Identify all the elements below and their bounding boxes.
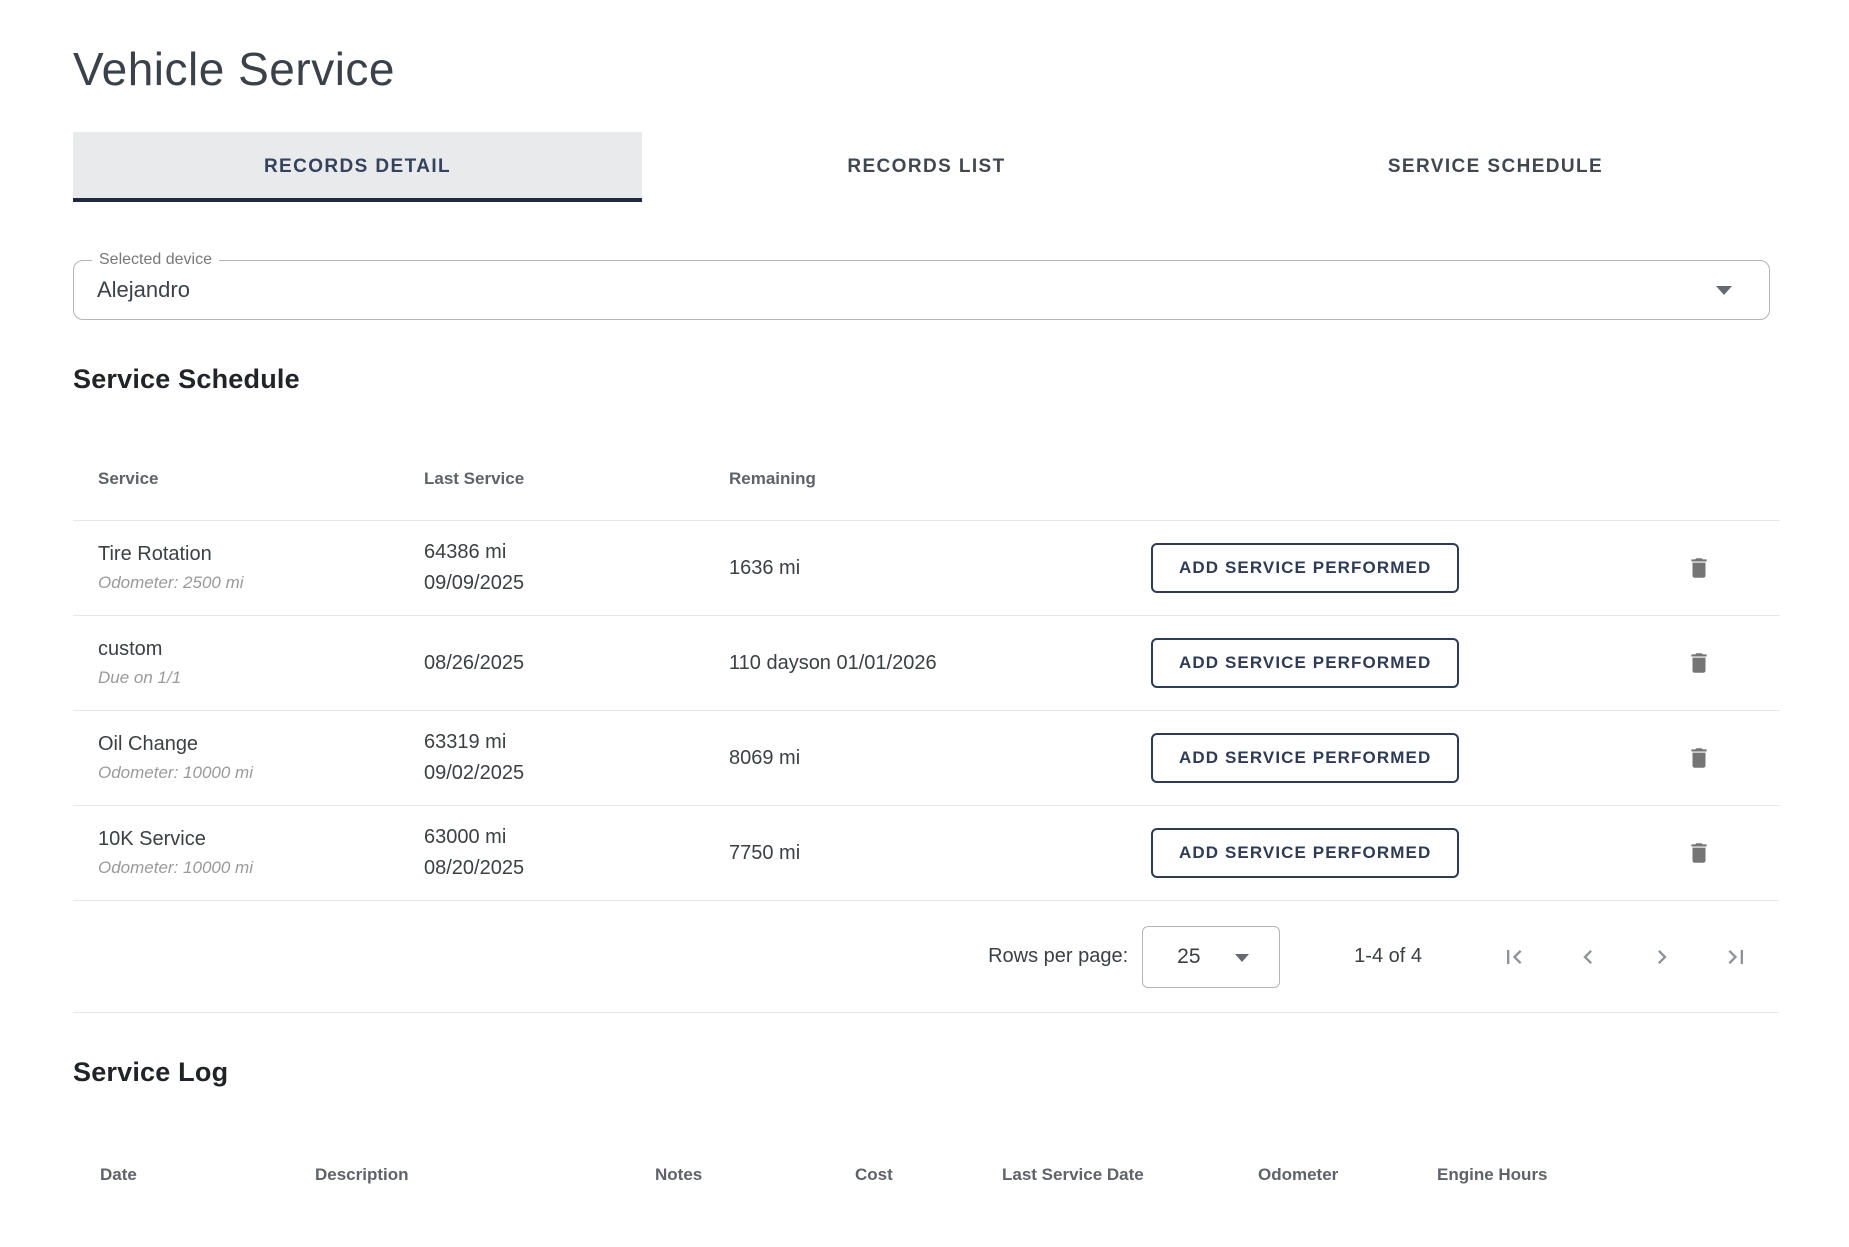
rows-per-page-value: 25 — [1143, 945, 1200, 969]
last-page-button[interactable] — [1714, 935, 1758, 979]
chevron-right-icon — [1648, 943, 1676, 971]
device-select-value: Alejandro — [74, 261, 1769, 319]
pagination-buttons — [1462, 935, 1758, 979]
dropdown-arrow-icon — [1235, 954, 1249, 962]
previous-page-button[interactable] — [1566, 935, 1610, 979]
tab-records-detail[interactable]: RECORDS DETAIL — [73, 132, 642, 202]
page-title: Vehicle Service — [73, 0, 1780, 96]
first-page-button[interactable] — [1492, 935, 1536, 979]
service-subtext: Odometer: 2500 mi — [98, 573, 424, 593]
tab-bar: RECORDS DETAIL RECORDS LIST SERVICE SCHE… — [73, 132, 1780, 202]
column-header-engine-hours: Engine Hours — [1437, 1165, 1780, 1185]
pagination-bar: Rows per page: 25 1-4 of 4 — [73, 901, 1780, 1013]
trash-icon — [1686, 650, 1712, 676]
delete-button[interactable] — [1680, 549, 1718, 587]
service-cell: 10K Service Odometer: 10000 mi — [98, 828, 424, 878]
table-row: Tire Rotation Odometer: 2500 mi 64386 mi… — [73, 521, 1780, 616]
service-name: Tire Rotation — [98, 543, 424, 566]
chevron-left-icon — [1574, 943, 1602, 971]
service-cell: Oil Change Odometer: 10000 mi — [98, 733, 424, 783]
service-cell: custom Due on 1/1 — [98, 638, 424, 688]
remaining-cell: 110 dayson 01/01/2026 — [729, 652, 1151, 675]
table-row: custom Due on 1/1 08/26/2025 110 dayson … — [73, 616, 1780, 711]
first-page-icon — [1500, 943, 1528, 971]
service-subtext: Due on 1/1 — [98, 668, 424, 688]
service-subtext: Odometer: 10000 mi — [98, 763, 424, 783]
next-page-button[interactable] — [1640, 935, 1684, 979]
add-service-performed-button[interactable]: ADD SERVICE PERFORMED — [1151, 638, 1459, 688]
column-header-remaining: Remaining — [729, 469, 1151, 489]
service-name: Oil Change — [98, 733, 424, 756]
column-header-odometer: Odometer — [1258, 1165, 1437, 1185]
remaining-cell: 1636 mi — [729, 557, 1151, 580]
column-header-description: Description — [315, 1165, 655, 1185]
last-service-cell: 63319 mi 09/02/2025 — [424, 727, 729, 789]
column-header-service: Service — [98, 469, 424, 489]
tab-label: RECORDS LIST — [847, 156, 1005, 178]
device-select-label: Selected device — [92, 251, 219, 269]
service-log-header-row: Date Description Notes Cost Last Service… — [73, 1140, 1780, 1210]
service-name: 10K Service — [98, 828, 424, 851]
add-service-performed-button[interactable]: ADD SERVICE PERFORMED — [1151, 543, 1459, 593]
tab-label: SERVICE SCHEDULE — [1388, 156, 1603, 178]
remaining-cell: 7750 mi — [729, 842, 1151, 865]
table-header-row: Service Last Service Remaining — [73, 437, 1780, 521]
service-log-heading: Service Log — [73, 1057, 1780, 1088]
delete-button[interactable] — [1680, 834, 1718, 872]
service-schedule-table: Service Last Service Remaining Tire Rota… — [73, 437, 1780, 1013]
service-cell: Tire Rotation Odometer: 2500 mi — [98, 543, 424, 593]
trash-icon — [1686, 840, 1712, 866]
tab-label: RECORDS DETAIL — [264, 156, 451, 178]
tab-service-schedule[interactable]: SERVICE SCHEDULE — [1211, 132, 1780, 202]
pagination-range: 1-4 of 4 — [1354, 945, 1422, 968]
service-name: custom — [98, 638, 424, 661]
trash-icon — [1686, 555, 1712, 581]
table-row: 10K Service Odometer: 10000 mi 63000 mi … — [73, 806, 1780, 901]
page-content: Vehicle Service RECORDS DETAIL RECORDS L… — [73, 0, 1780, 1210]
last-service-cell: 08/26/2025 — [424, 648, 729, 679]
table-row: Oil Change Odometer: 10000 mi 63319 mi 0… — [73, 711, 1780, 806]
service-subtext: Odometer: 10000 mi — [98, 858, 424, 878]
column-header-date: Date — [100, 1165, 315, 1185]
last-page-icon — [1722, 943, 1750, 971]
remaining-cell: 8069 mi — [729, 747, 1151, 770]
active-tab-underline — [73, 198, 642, 202]
last-service-cell: 64386 mi 09/09/2025 — [424, 537, 729, 599]
trash-icon — [1686, 745, 1712, 771]
tab-records-list[interactable]: RECORDS LIST — [642, 132, 1211, 202]
dropdown-arrow-icon — [1716, 286, 1732, 295]
service-schedule-heading: Service Schedule — [73, 364, 1780, 395]
column-header-cost: Cost — [855, 1165, 1002, 1185]
device-select[interactable]: Selected device Alejandro — [73, 260, 1770, 320]
column-header-last-service: Last Service — [424, 469, 729, 489]
column-header-last-service-date: Last Service Date — [1002, 1165, 1258, 1185]
delete-button[interactable] — [1680, 739, 1718, 777]
add-service-performed-button[interactable]: ADD SERVICE PERFORMED — [1151, 828, 1459, 878]
add-service-performed-button[interactable]: ADD SERVICE PERFORMED — [1151, 733, 1459, 783]
column-header-notes: Notes — [655, 1165, 855, 1185]
rows-per-page-select[interactable]: 25 — [1142, 926, 1280, 988]
last-service-cell: 63000 mi 08/20/2025 — [424, 822, 729, 884]
rows-per-page-label: Rows per page: — [988, 945, 1128, 968]
delete-button[interactable] — [1680, 644, 1718, 682]
